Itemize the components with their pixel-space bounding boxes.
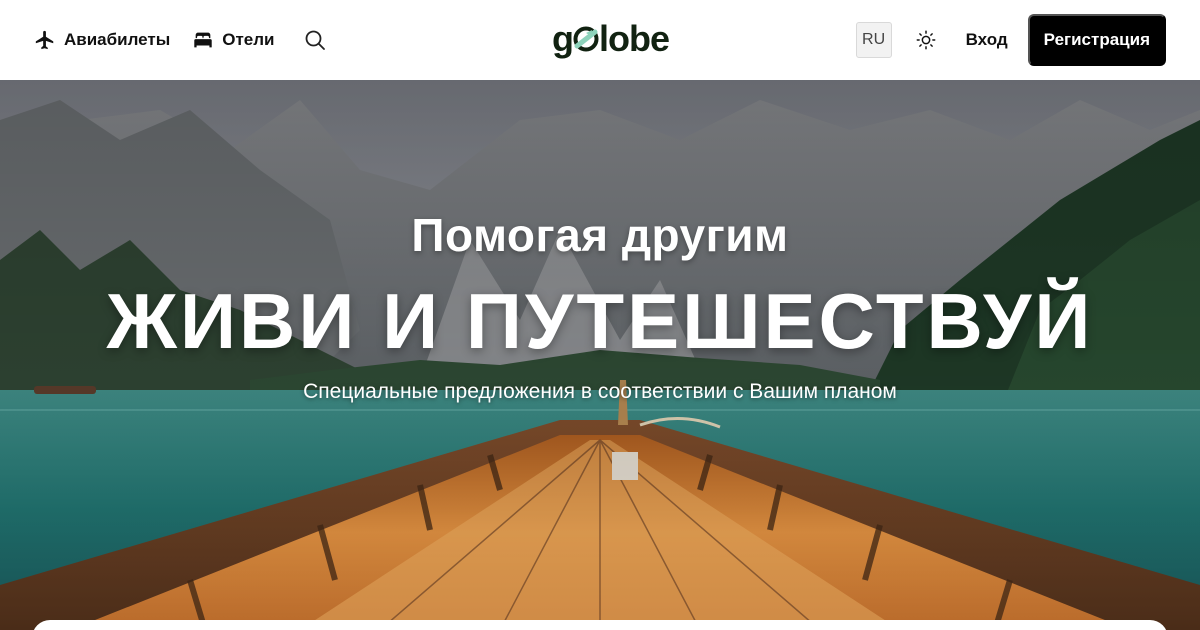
golobe-logo[interactable]: g lobe xyxy=(552,18,670,60)
hero-title: ЖИВИ И ПУТЕШЕСТВУЙ xyxy=(106,277,1094,365)
hero-kicker: Помогая другим xyxy=(411,209,789,261)
logo-prefix: g xyxy=(552,18,574,59)
logo-mark-icon xyxy=(571,24,601,54)
login-link[interactable]: Вход xyxy=(966,30,1008,50)
nav-flights-label: Авиабилеты xyxy=(64,30,171,49)
sun-icon[interactable] xyxy=(914,28,938,52)
nav-hotels-link[interactable]: Отели xyxy=(192,29,275,51)
nav-hotels-label: Отели xyxy=(222,30,275,49)
logo-suffix: lobe xyxy=(599,18,670,59)
nav-flights-link[interactable]: Авиабилеты xyxy=(34,29,170,51)
account-nav: RU Вход Регистрация xyxy=(855,14,1166,66)
airplane-icon xyxy=(34,29,56,51)
search-icon[interactable] xyxy=(303,28,327,52)
top-navigation: Авиабилеты Отели g lobe RU Вход Регистра… xyxy=(0,0,1200,80)
primary-nav: Авиабилеты Отели xyxy=(34,28,327,52)
bed-icon xyxy=(192,29,214,51)
language-switcher[interactable]: RU xyxy=(855,22,892,58)
hero-section: Помогая другим ЖИВИ И ПУТЕШЕСТВУЙ Специа… xyxy=(0,80,1200,630)
search-panel-top xyxy=(32,620,1168,630)
signup-button[interactable]: Регистрация xyxy=(1027,14,1166,66)
hero-subtitle: Специальные предложения в соответствии с… xyxy=(303,380,897,403)
